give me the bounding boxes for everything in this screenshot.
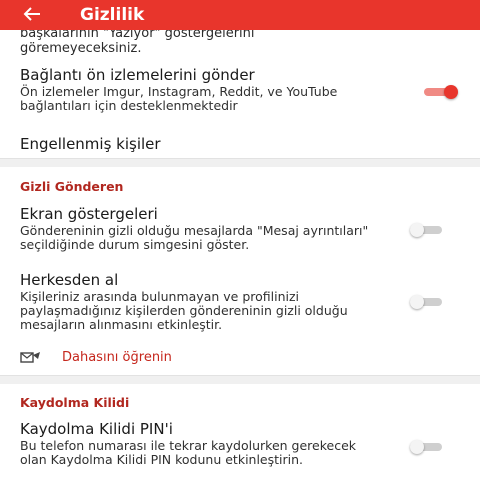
sealed-sender-icon [20, 348, 42, 367]
display-indicators-setting[interactable]: Ekran göstergeleri Göndereninin gizli ol… [20, 205, 460, 252]
page-title: Gizlilik [80, 5, 145, 25]
toggle-thumb [444, 85, 458, 99]
display-indicators-title: Ekran göstergeleri [20, 205, 158, 223]
arrow-left-icon [23, 6, 41, 25]
link-previews-setting[interactable]: Bağlantı ön izlemelerini gönder Ön izlem… [20, 66, 460, 113]
registration-lock-toggle[interactable] [410, 440, 446, 454]
toggle-thumb [410, 223, 424, 237]
blocked-contacts-title: Engellenmiş kişiler [20, 135, 161, 153]
registration-lock-subtitle: Bu telefon numarası ile tekrar kaydolurk… [20, 438, 356, 467]
link-previews-title: Bağlantı ön izlemelerini gönder [20, 66, 255, 84]
blocked-contacts-item[interactable]: Engellenmiş kişiler [20, 135, 460, 153]
typing-indicator-description: başkalarının "Yazıyor" göstergelerini gö… [20, 26, 400, 56]
section-divider [0, 375, 480, 384]
section-divider [0, 158, 480, 167]
allow-from-anyone-title: Herkesden al [20, 271, 119, 289]
toggle-thumb [410, 440, 424, 454]
description-line-2: göremeyeceksiniz. [20, 41, 142, 56]
allow-from-anyone-toggle[interactable] [410, 295, 446, 309]
registration-lock-setting[interactable]: Kaydolma Kilidi PIN'i Bu telefon numaras… [20, 420, 460, 467]
allow-from-anyone-setting[interactable]: Herkesden al Kişileriniz arasında bulunm… [20, 271, 460, 332]
back-button[interactable] [18, 1, 46, 29]
allow-from-anyone-subtitle: Kişileriniz arasında bulunmayan ve profi… [20, 289, 348, 332]
app-bar: Gizlilik [0, 0, 480, 30]
learn-more-label: Dahasını öğrenin [62, 350, 172, 365]
link-previews-subtitle: Ön izlemeler Imgur, Instagram, Reddit, v… [20, 84, 338, 113]
link-previews-toggle[interactable] [424, 85, 460, 99]
registration-lock-title: Kaydolma Kilidi PIN'i [20, 420, 173, 438]
sealed-sender-header: Gizli Gönderen [20, 179, 124, 194]
display-indicators-toggle[interactable] [410, 223, 446, 237]
toggle-thumb [410, 295, 424, 309]
learn-more-link[interactable]: Dahasını öğrenin [20, 348, 172, 367]
registration-lock-header: Kaydolma Kilidi [20, 395, 130, 410]
display-indicators-subtitle: Göndereninin gizli olduğu mesajlarda "Me… [20, 223, 369, 252]
